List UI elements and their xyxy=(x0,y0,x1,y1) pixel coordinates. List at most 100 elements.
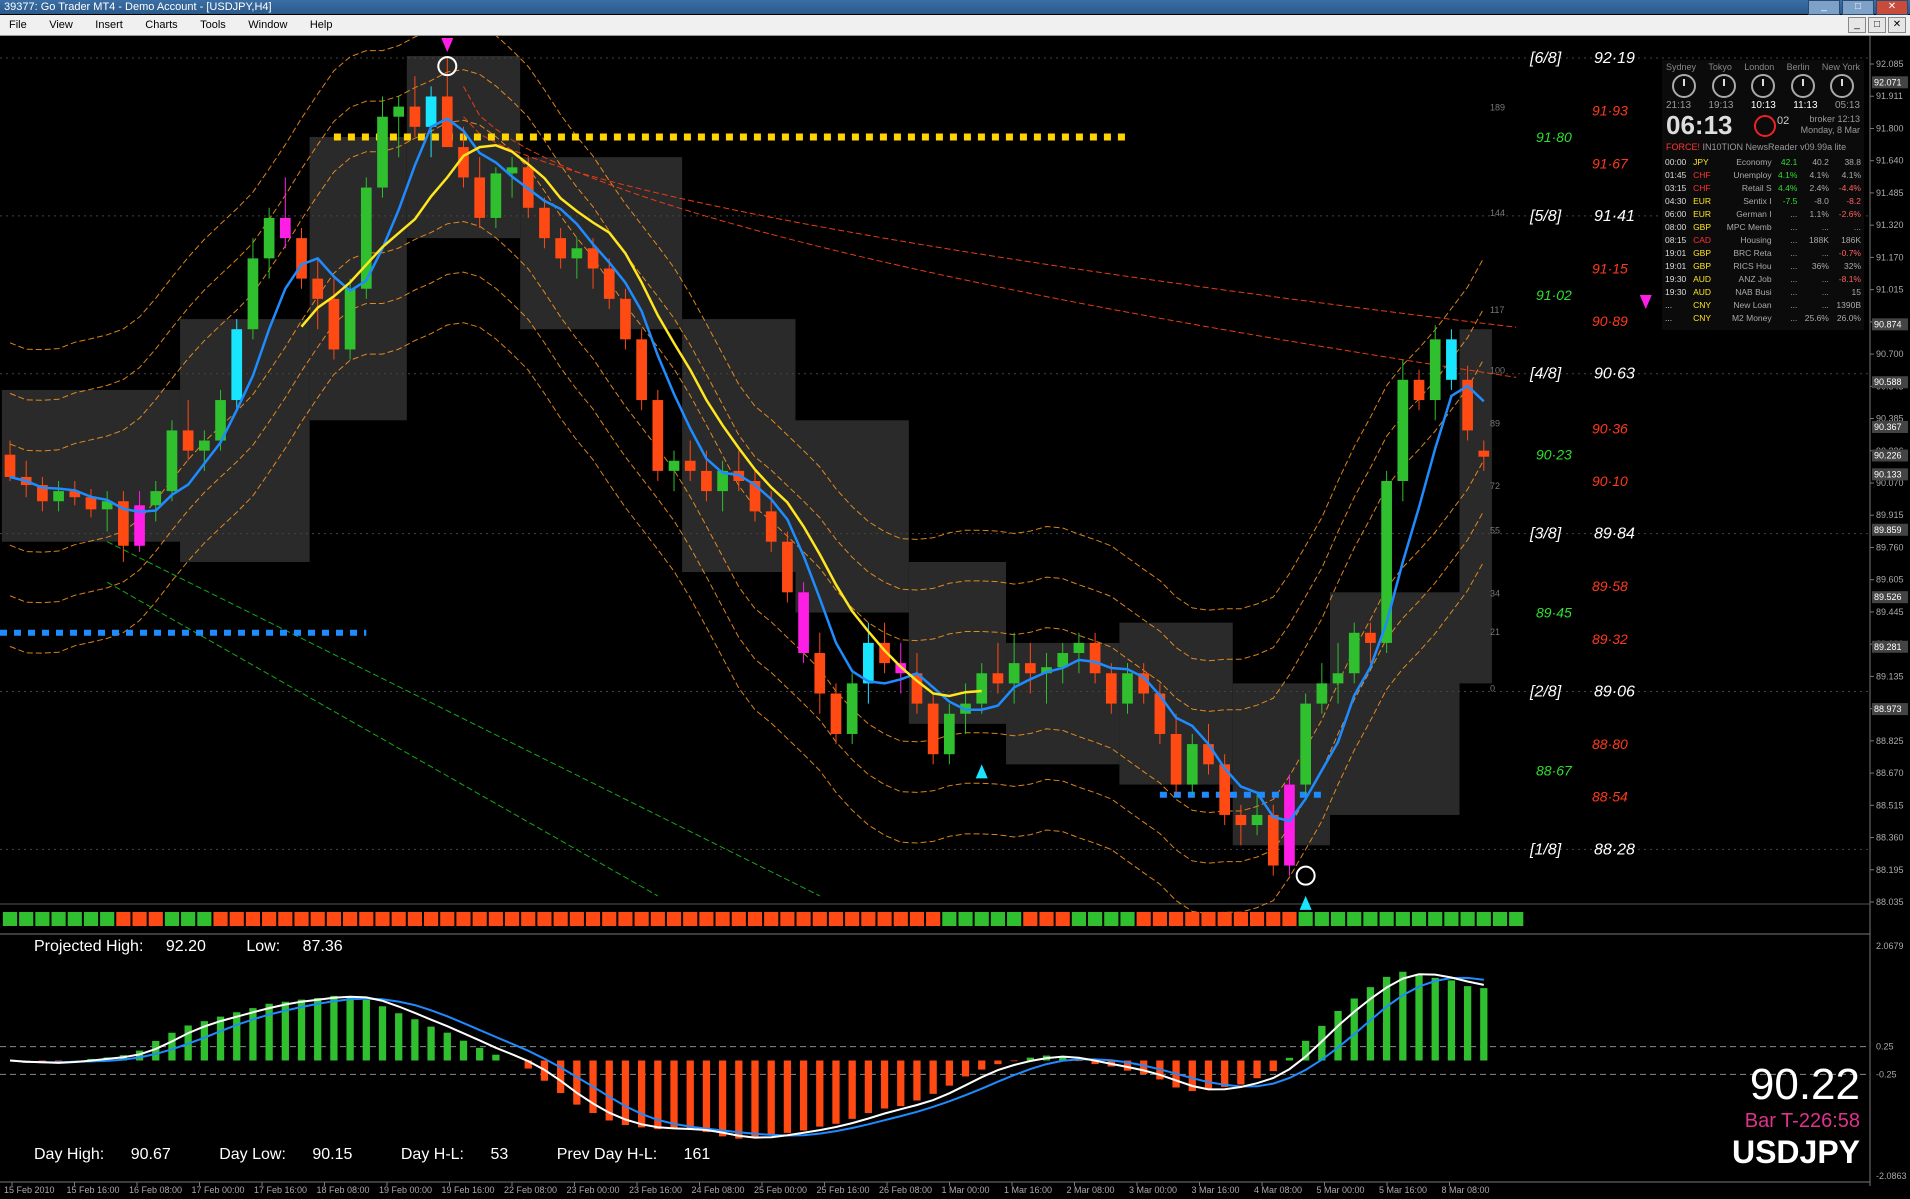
news-cell: Housing xyxy=(1740,235,1772,245)
price-axis-label: 91.320 xyxy=(1876,220,1904,230)
price-axis-label: 91.485 xyxy=(1876,188,1904,198)
trend-bar xyxy=(1152,912,1167,926)
candle-body xyxy=(1267,814,1279,866)
trend-bar xyxy=(1411,912,1427,926)
time-axis-label: 4 Mar 08:00 xyxy=(1254,1185,1302,1194)
fib-level-label: 90·36 xyxy=(1592,420,1628,436)
trend-bar xyxy=(1444,912,1459,926)
time-axis-label: 1 Mar 00:00 xyxy=(942,1185,990,1194)
trend-bar xyxy=(1007,912,1022,926)
price-marker-label: 89.281 xyxy=(1874,642,1902,652)
candle-body xyxy=(1413,379,1425,401)
time-axis-label: 25 Feb 00:00 xyxy=(754,1185,807,1194)
prev-day-hl-label: Prev Day H-L: xyxy=(556,1146,658,1163)
trend-bar xyxy=(294,912,309,926)
fib-grid-number: 21 xyxy=(1490,627,1500,637)
chart-close-button[interactable]: ✕ xyxy=(1888,17,1906,33)
title-bar: 39377: Go Trader MT4 - Demo Account - [U… xyxy=(0,0,1910,15)
trend-bar xyxy=(585,912,601,926)
close-button[interactable]: ✕ xyxy=(1876,0,1908,15)
news-row: 19:30 AUD NAB Busi...... 15 xyxy=(1664,286,1862,299)
window-title: 39377: Go Trader MT4 - Demo Account - [U… xyxy=(4,1,272,13)
news-cell: ANZ Job xyxy=(1738,274,1772,284)
news-cell: ... xyxy=(1821,274,1829,284)
time-berlin: 11:13 xyxy=(1793,100,1818,111)
trend-bar xyxy=(537,912,552,926)
day-hl-label: Day H-L: xyxy=(400,1146,464,1163)
time-axis-label: 23 Feb 00:00 xyxy=(567,1185,620,1194)
murrey-label: [5/8] xyxy=(1529,208,1562,225)
trend-bar xyxy=(1282,912,1297,926)
city-sydney: Sydney xyxy=(1666,62,1697,72)
news-cell: German I xyxy=(1736,209,1772,219)
menu-insert[interactable]: Insert xyxy=(86,15,132,35)
trend-bar xyxy=(1298,912,1313,926)
menu-file[interactable]: File xyxy=(0,15,36,35)
news-cell: CHF xyxy=(1693,183,1711,193)
news-cell: 2.4% xyxy=(1809,183,1829,193)
trend-bar xyxy=(1104,912,1119,926)
news-cell: M2 Money xyxy=(1731,313,1772,323)
murrey-price: 92·19 xyxy=(1594,50,1635,67)
menu-view[interactable]: View xyxy=(40,15,82,35)
chart-window[interactable]: [6/8] 92·19 [5/8] 91·41 [4/8] 90·63 [3/8] 89·84… xyxy=(0,18,1910,1195)
menu-tools[interactable]: Tools xyxy=(191,15,235,35)
fib-level-label: 90·89 xyxy=(1592,313,1628,329)
price-axis-label: 89.445 xyxy=(1876,607,1904,617)
broker-time: broker 12:13 Monday, 8 Mar xyxy=(1801,114,1860,136)
price-marker-label: 90.133 xyxy=(1874,469,1902,479)
news-cell: ... xyxy=(1821,287,1829,297)
trend-bar xyxy=(845,912,860,926)
seconds: 02 xyxy=(1777,115,1790,127)
news-cell: 186K xyxy=(1841,235,1861,245)
menu-window[interactable]: Window xyxy=(239,15,296,35)
news-cell: -8.0 xyxy=(1814,196,1829,206)
news-cell: EUR xyxy=(1693,209,1712,219)
local-time: 06:13 xyxy=(1666,110,1733,140)
price-chart[interactable]: [6/8] 92·19 [5/8] 91·41 [4/8] 90·63 [3/8] 89·84… xyxy=(0,18,1910,1195)
trend-bar xyxy=(1347,912,1362,926)
trend-bar xyxy=(1460,912,1475,926)
chart-restore-button[interactable]: □ xyxy=(1868,17,1886,33)
candle-body xyxy=(1073,642,1085,654)
candle-body xyxy=(1316,683,1328,704)
murrey-price: 91·41 xyxy=(1594,208,1635,225)
time-axis-label: 2 Mar 08:00 xyxy=(1067,1185,1115,1194)
trend-bar xyxy=(699,912,714,926)
candle-body xyxy=(603,268,615,299)
time-london: 10:13 xyxy=(1750,100,1776,111)
trend-bar xyxy=(359,912,374,926)
minimize-button[interactable]: _ xyxy=(1808,0,1840,15)
bar-timer: Bar T-226:58 xyxy=(1744,1110,1860,1132)
fib-level-label: 91·02 xyxy=(1536,287,1572,303)
news-cell: GBP xyxy=(1693,222,1712,232)
price-axis-label: 88.670 xyxy=(1876,768,1904,778)
news-cell: 38.8 xyxy=(1844,157,1861,167)
candle-body xyxy=(393,106,405,117)
time-axis-label: 16 Feb 08:00 xyxy=(129,1185,182,1194)
news-cell: Economy xyxy=(1736,157,1772,167)
trend-bar xyxy=(1055,912,1070,926)
candle-body xyxy=(571,248,583,259)
news-cell: NAB Busi xyxy=(1735,287,1772,297)
trend-bar xyxy=(407,912,422,926)
menu-charts[interactable]: Charts xyxy=(136,15,186,35)
news-cell: ... xyxy=(1665,300,1673,310)
chart-minimize-button[interactable]: _ xyxy=(1848,17,1866,33)
candle-body xyxy=(1348,632,1360,674)
news-row: 00:00 JPY Economy 42.1 40.2 38.8 xyxy=(1664,156,1862,169)
candle-body xyxy=(1170,733,1182,785)
trend-bar xyxy=(1168,912,1184,926)
time-axis-label: 17 Feb 00:00 xyxy=(192,1185,245,1194)
news-cell: ... xyxy=(1821,222,1829,232)
trend-bar xyxy=(1217,912,1232,926)
candle-body xyxy=(53,491,64,502)
menu-help[interactable]: Help xyxy=(301,15,342,35)
price-marker-label: 90.226 xyxy=(1874,451,1902,461)
news-table: 00:00 JPY Economy 42.1 40.2 38.8 01:45 CHF Unemp… xyxy=(1664,156,1862,325)
fib-level-label: 91·15 xyxy=(1592,261,1628,277)
maximize-button[interactable]: □ xyxy=(1842,0,1874,15)
news-cell: JPY xyxy=(1693,157,1709,167)
candle-body xyxy=(1365,632,1376,643)
murrey-label: [1/8] xyxy=(1529,841,1562,858)
